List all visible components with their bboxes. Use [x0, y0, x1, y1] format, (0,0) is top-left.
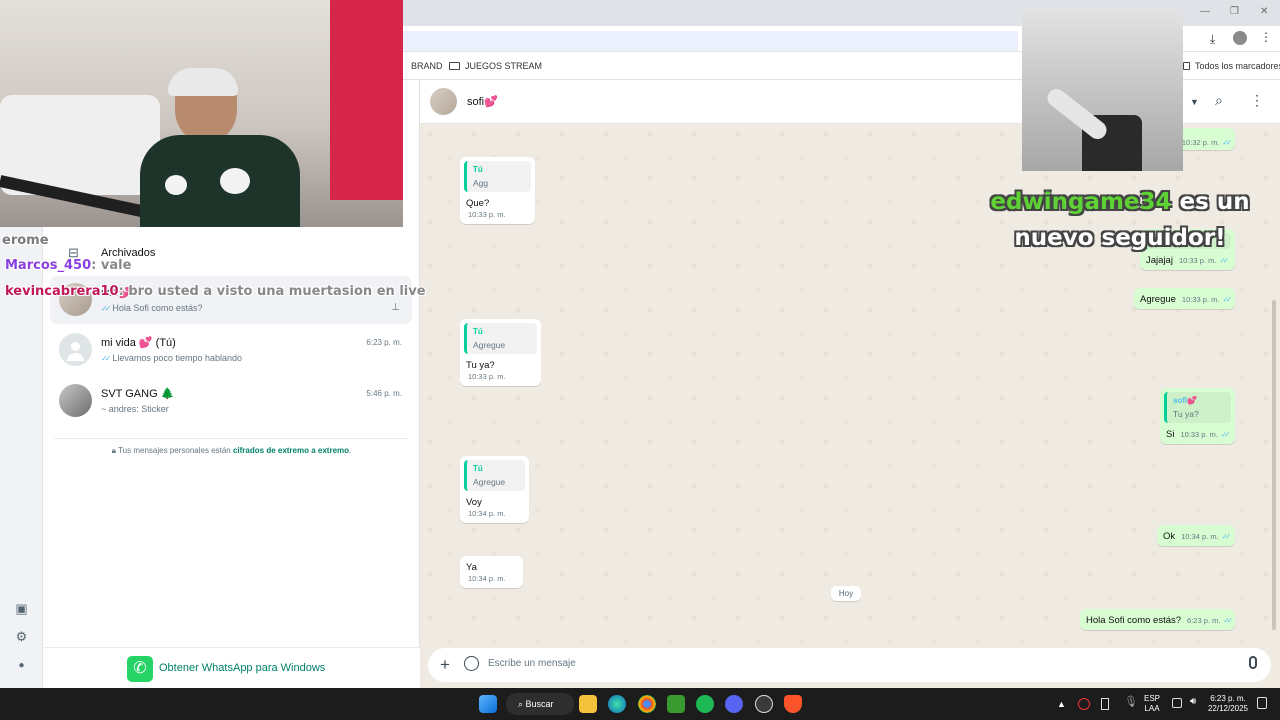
- message-input[interactable]: [488, 658, 1228, 669]
- whatsapp-logo-icon: ✆: [127, 656, 153, 682]
- notification-icon[interactable]: [1257, 697, 1267, 709]
- chat-time: 6:23 p. m.: [366, 338, 402, 347]
- avatar: [59, 333, 92, 366]
- sticker-icon[interactable]: [464, 656, 479, 671]
- quoted-message[interactable]: Tú Agg: [464, 161, 531, 192]
- download-icon[interactable]: ⤓: [1210, 32, 1215, 47]
- contact-avatar[interactable]: [430, 88, 457, 115]
- search-icon[interactable]: ⌕: [1215, 92, 1223, 109]
- hoodie-pattern: [165, 175, 187, 195]
- message-time: 10:32 p. m. ✓✓: [1181, 138, 1232, 147]
- close-window-button[interactable]: ✕: [1260, 6, 1268, 17]
- folder-icon: [449, 62, 460, 70]
- all-bookmarks[interactable]: Todos los marcadores: [1183, 61, 1280, 71]
- get-app-link[interactable]: Obtener WhatsApp para Windows: [159, 662, 325, 674]
- double-check-icon: ✓✓: [101, 304, 112, 313]
- bookmark-juegos-stream[interactable]: JUEGOS STREAM: [449, 61, 542, 71]
- hoodie-pattern: [220, 168, 250, 194]
- message-bubble[interactable]: sofi💕 Tu ya? Si 10:33 p. m. ✓✓: [1160, 388, 1235, 444]
- stream-chat-line: erome: [2, 233, 49, 248]
- message-bubble[interactable]: Agregue 10:33 p. m. ✓✓: [1134, 288, 1235, 309]
- mic-icon[interactable]: [1249, 656, 1257, 669]
- attach-plus-icon[interactable]: +: [440, 655, 450, 675]
- stream-chat-line: Marcos_450: vale: [5, 258, 132, 273]
- chat-item-mi-vida[interactable]: mi vida 💕 (Tú) 6:23 p. m. ✓✓ Llevamos poc…: [50, 326, 412, 374]
- stream-chat-line: kevincabrera10: bro usted a visto una mu…: [5, 284, 426, 299]
- quoted-message[interactable]: sofi💕 Tu ya?: [1164, 392, 1231, 423]
- chrome-icon[interactable]: [638, 695, 656, 713]
- maximize-button[interactable]: ❐: [1230, 6, 1239, 17]
- message-bubble[interactable]: Tú Agregue Tu ya?10:33 p. m.: [460, 319, 541, 386]
- quoted-message[interactable]: Tú Agregue: [464, 460, 525, 491]
- chat-preview: ✓✓ Hola Sofi como estás?: [101, 303, 203, 313]
- taskbar: ⌕ Buscar ▲ 🎙︎ ESP LAA 🔊︎ 6:23 p. m. 22/12/…: [0, 688, 1280, 720]
- browser-menu-icon[interactable]: ⋮: [1260, 30, 1272, 44]
- windows-start-icon[interactable]: [479, 695, 497, 713]
- menu-icon[interactable]: ⋮: [1250, 92, 1264, 109]
- brave-icon[interactable]: [784, 695, 802, 713]
- date-divider: Hoy: [831, 586, 861, 601]
- minecraft-icon[interactable]: [667, 695, 685, 713]
- obs-icon[interactable]: [755, 695, 773, 713]
- chevron-up-icon[interactable]: ▲: [1057, 699, 1066, 709]
- avatar: [59, 384, 92, 417]
- chat-name: mi vida 💕 (Tú): [101, 337, 176, 349]
- discord-icon[interactable]: [725, 695, 743, 713]
- curtain: [330, 0, 403, 200]
- tray-app-icon[interactable]: [1078, 698, 1090, 710]
- message-bubble[interactable]: Hola Sofi como estás? 6:23 p. m. ✓✓: [1080, 609, 1235, 630]
- chat-item-svt-gang[interactable]: SVT GANG 🌲 5:46 p. m. ~ andres: Sticker: [50, 377, 412, 425]
- message-bubble[interactable]: Tú Agregue Voy10:34 p. m.: [460, 456, 529, 523]
- secondary-camera: [1022, 10, 1183, 171]
- get-app-banner[interactable]: ✆ Obtener WhatsApp para Windows: [43, 647, 420, 688]
- composer-box: +: [428, 648, 1271, 682]
- divider: [54, 438, 408, 439]
- streamer-cap: [168, 68, 238, 96]
- battery-icon[interactable]: [1101, 698, 1109, 710]
- folder-icon: [1183, 62, 1190, 70]
- search-icon: ⌕: [518, 699, 526, 709]
- message-bubble[interactable]: Tú Agg Que?10:33 p. m.: [460, 157, 535, 224]
- minimize-button[interactable]: —: [1200, 6, 1210, 17]
- double-check-icon: ✓✓: [101, 354, 112, 363]
- message-bubble[interactable]: Ok 10:34 p. m. ✓✓: [1157, 525, 1235, 546]
- clock[interactable]: 6:23 p. m. 22/12/2025: [1206, 694, 1250, 714]
- address-bar[interactable]: [403, 31, 1018, 51]
- profile-avatar[interactable]: [1233, 31, 1247, 45]
- bookmark-brand[interactable]: BRAND: [411, 61, 443, 71]
- message-bubble[interactable]: Ya10:34 p. m.: [460, 556, 523, 588]
- follower-alert: edwingame34 es un nuevo seguidor!: [990, 189, 1250, 251]
- volume-icon[interactable]: 🔊︎: [1190, 697, 1196, 707]
- encryption-link[interactable]: cifrados de extremo a extremo: [233, 446, 349, 455]
- chevron-down-icon[interactable]: ▼: [1190, 97, 1199, 107]
- spotify-icon[interactable]: [696, 695, 714, 713]
- contact-name[interactable]: sofi💕: [467, 95, 498, 108]
- profile-icon[interactable]: ●: [14, 658, 29, 673]
- file-explorer-icon[interactable]: [579, 695, 597, 713]
- webcam-overlay: [0, 0, 403, 227]
- chat-preview: ✓✓ Llevamos poco tiempo hablando: [101, 353, 242, 363]
- edge-icon[interactable]: [608, 695, 626, 713]
- gear-icon[interactable]: ⚙: [14, 629, 29, 644]
- mic-muted-icon[interactable]: 🎙︎: [1124, 697, 1138, 708]
- chat-time: 5:46 p. m.: [366, 389, 402, 398]
- message-bubble[interactable]: 10:32 p. m. ✓✓: [1175, 128, 1235, 150]
- chat-preview: ~ andres: Sticker: [101, 404, 169, 414]
- network-icon[interactable]: [1172, 698, 1182, 708]
- quoted-message[interactable]: Tú Agregue: [464, 323, 537, 354]
- composer-bar: +: [420, 645, 1280, 688]
- encryption-notice: 🔒︎ Tus mensajes personales están cifrado…: [111, 446, 352, 455]
- language-indicator[interactable]: ESP LAA: [1143, 694, 1161, 714]
- taskbar-search[interactable]: ⌕ Buscar: [506, 693, 574, 715]
- pin-icon: ⊥: [391, 302, 400, 313]
- scrollbar[interactable]: [1272, 300, 1276, 630]
- chat-name: SVT GANG 🌲: [101, 388, 175, 400]
- media-icon[interactable]: ▣: [14, 601, 29, 616]
